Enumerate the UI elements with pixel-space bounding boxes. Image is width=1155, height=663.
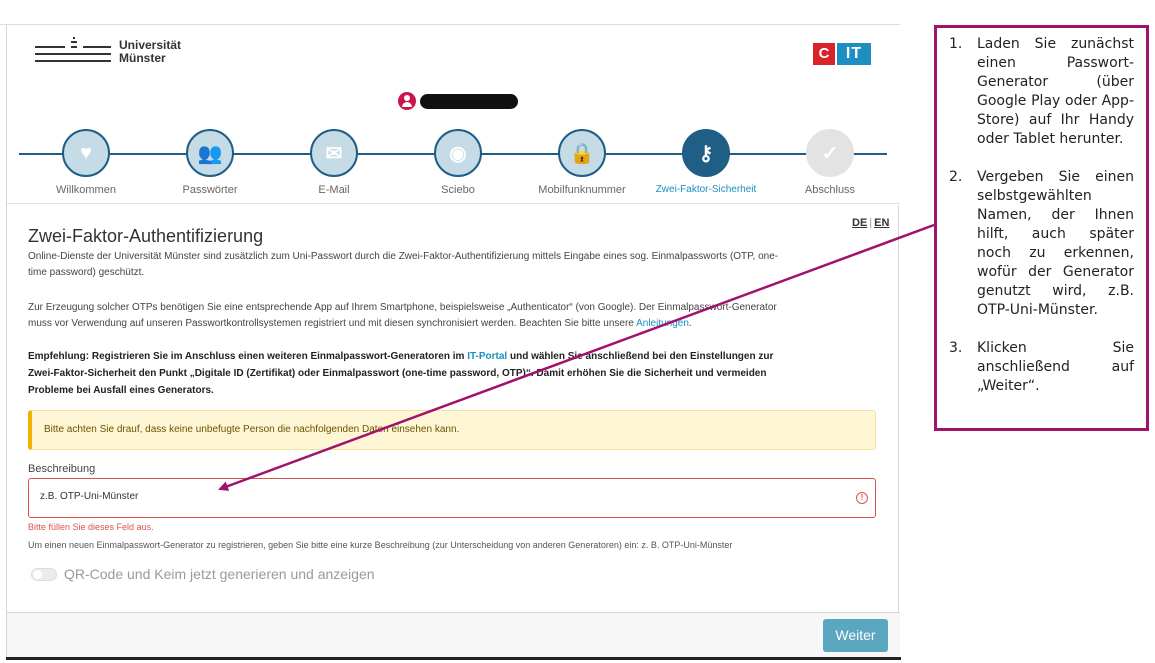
- university-logo[interactable]: Universität Münster: [35, 37, 181, 67]
- users-icon: 👥: [197, 142, 223, 165]
- wizard-step-label: Willkommen: [56, 184, 116, 196]
- description-input[interactable]: [40, 491, 820, 502]
- wizard-step-circle[interactable]: ⚷: [682, 129, 730, 177]
- wizard-step-label: Sciebo: [441, 184, 475, 196]
- description-help-text: Um einen neuen Einmalpasswort-Generator …: [28, 540, 733, 550]
- instruction-text: Laden Sie zunächst einen Passwort-Genera…: [977, 36, 1134, 147]
- wizard-step-label: Abschluss: [804, 184, 856, 196]
- wizard-step-circle[interactable]: ◉: [434, 129, 482, 177]
- lang-de-link[interactable]: DE: [852, 217, 867, 229]
- privacy-warning-alert: Bitte achten Sie drauf, dass keine unbef…: [28, 410, 876, 450]
- university-logo-mark: [35, 37, 111, 67]
- wizard-step-circle[interactable]: ♥: [62, 129, 110, 177]
- instruction-callout: 1. Laden Sie zunächst einen Passwort-Gene…: [934, 25, 1149, 431]
- wizard-header: Universität Münster C IT ♥ Willkommen 👥 Pas…: [7, 25, 900, 205]
- cloud-icon: ◉: [449, 142, 467, 165]
- wizard-window: Universität Münster C IT ♥ Willkommen 👥 Pas…: [6, 25, 900, 658]
- header-divider: [7, 203, 900, 204]
- recommendation-paragraph: Empfehlung: Registrieren Sie im Anschlus…: [28, 348, 873, 399]
- bottom-border: [6, 657, 901, 660]
- language-switcher: DE | EN: [852, 217, 890, 229]
- description-label: Beschreibung: [28, 463, 96, 475]
- wizard-step-label: Mobilfunknummer: [538, 184, 626, 196]
- next-button[interactable]: Weiter: [823, 619, 888, 652]
- intro-paragraph: Online-Dienste der Universität Münster s…: [28, 249, 873, 281]
- cit-logo-it: IT: [837, 43, 871, 65]
- instruction-list: 1. Laden Sie zunächst einen Passwort-Gene…: [949, 35, 1134, 396]
- wizard-step[interactable]: 👥 Passwörter: [155, 129, 265, 196]
- page-title: Zwei-Faktor-Authentifizierung: [28, 226, 264, 246]
- recommendation-line-3: Probleme bei Ausfall eines Generators.: [28, 385, 214, 396]
- instruction-item: 1. Laden Sie zunächst einen Passwort-Gene…: [949, 35, 1134, 149]
- heart-icon: ♥: [80, 141, 92, 164]
- validation-error: Bitte füllen Sie dieses Feld aus.: [28, 522, 154, 532]
- user-indicator: [398, 92, 518, 110]
- wizard-step-label: Zwei-Faktor-Sicherheit: [655, 184, 757, 195]
- wizard-step-label: Passwörter: [182, 184, 238, 196]
- lang-en-link[interactable]: EN: [874, 217, 889, 229]
- otp-line-2: muss vor Verwendung auf unseren Passwort…: [28, 318, 637, 329]
- wizard-step-circle[interactable]: 🔒: [558, 129, 606, 177]
- key-icon: ⚷: [698, 142, 714, 165]
- instruction-number: 3.: [949, 340, 963, 356]
- wizard-step-circle[interactable]: 👥: [186, 129, 234, 177]
- qr-toggle-row: QR-Code und Keim jetzt generieren und an…: [31, 566, 375, 582]
- wizard-step[interactable]: ✉ E-Mail: [279, 129, 389, 196]
- cit-logo-c: C: [813, 43, 835, 65]
- lock-icon: 🔒: [569, 142, 595, 165]
- university-name-line2: Münster: [119, 51, 166, 65]
- description-field[interactable]: !: [28, 478, 876, 518]
- recommendation-line-2: Zwei-Faktor-Sicherheit den Punkt „Digita…: [28, 368, 767, 379]
- recommendation-line-1: Empfehlung: Registrieren Sie im Anschlus…: [28, 351, 468, 362]
- it-portal-link[interactable]: IT-Portal: [467, 351, 507, 362]
- otp-line-1: Zur Erzeugung solcher OTPs benötigen Sie…: [28, 302, 777, 313]
- wizard-footer: [7, 613, 900, 658]
- wizard-step[interactable]: ◉ Sciebo: [403, 129, 513, 196]
- wizard-step-label: E-Mail: [318, 184, 350, 196]
- user-icon: [398, 92, 416, 110]
- instruction-text: Vergeben Sie einen selbstgewählten Namen…: [977, 169, 1134, 318]
- instruction-number: 2.: [949, 169, 963, 185]
- cit-logo: C IT: [813, 43, 871, 65]
- redacted-username: [420, 93, 518, 109]
- otp-paragraph: Zur Erzeugung solcher OTPs benötigen Sie…: [28, 300, 873, 332]
- intro-line-2: time password) geschützt.: [28, 267, 145, 278]
- wizard-step-circle[interactable]: ✓: [806, 129, 854, 177]
- wizard-step[interactable]: ⚷ Zwei-Faktor-Sicherheit: [651, 129, 761, 195]
- wizard-step[interactable]: 🔒 Mobilfunknummer: [527, 129, 637, 196]
- qr-toggle-switch[interactable]: [31, 567, 57, 581]
- instruction-number: 1.: [949, 36, 963, 52]
- intro-line-1: Online-Dienste der Universität Münster s…: [28, 251, 779, 262]
- instruction-text: Klicken Sie anschließend auf „Weiter“.: [977, 340, 1134, 394]
- instruction-item: 3. Klicken Sie anschließend auf „Weiter“.: [949, 339, 1134, 396]
- check-icon: ✓: [821, 142, 839, 165]
- instruction-item: 2. Vergeben Sie einen selbstgewählten Nam…: [949, 168, 1134, 320]
- error-icon: !: [856, 492, 868, 504]
- wizard-step[interactable]: ✓ Abschluss: [775, 129, 885, 196]
- qr-toggle-label: QR-Code und Keim jetzt generieren und an…: [64, 566, 375, 582]
- anleitungen-link[interactable]: Anleitungen: [636, 318, 689, 329]
- envelope-icon: ✉: [325, 142, 343, 165]
- wizard-step[interactable]: ♥ Willkommen: [31, 129, 141, 196]
- wizard-step-circle[interactable]: ✉: [310, 129, 358, 177]
